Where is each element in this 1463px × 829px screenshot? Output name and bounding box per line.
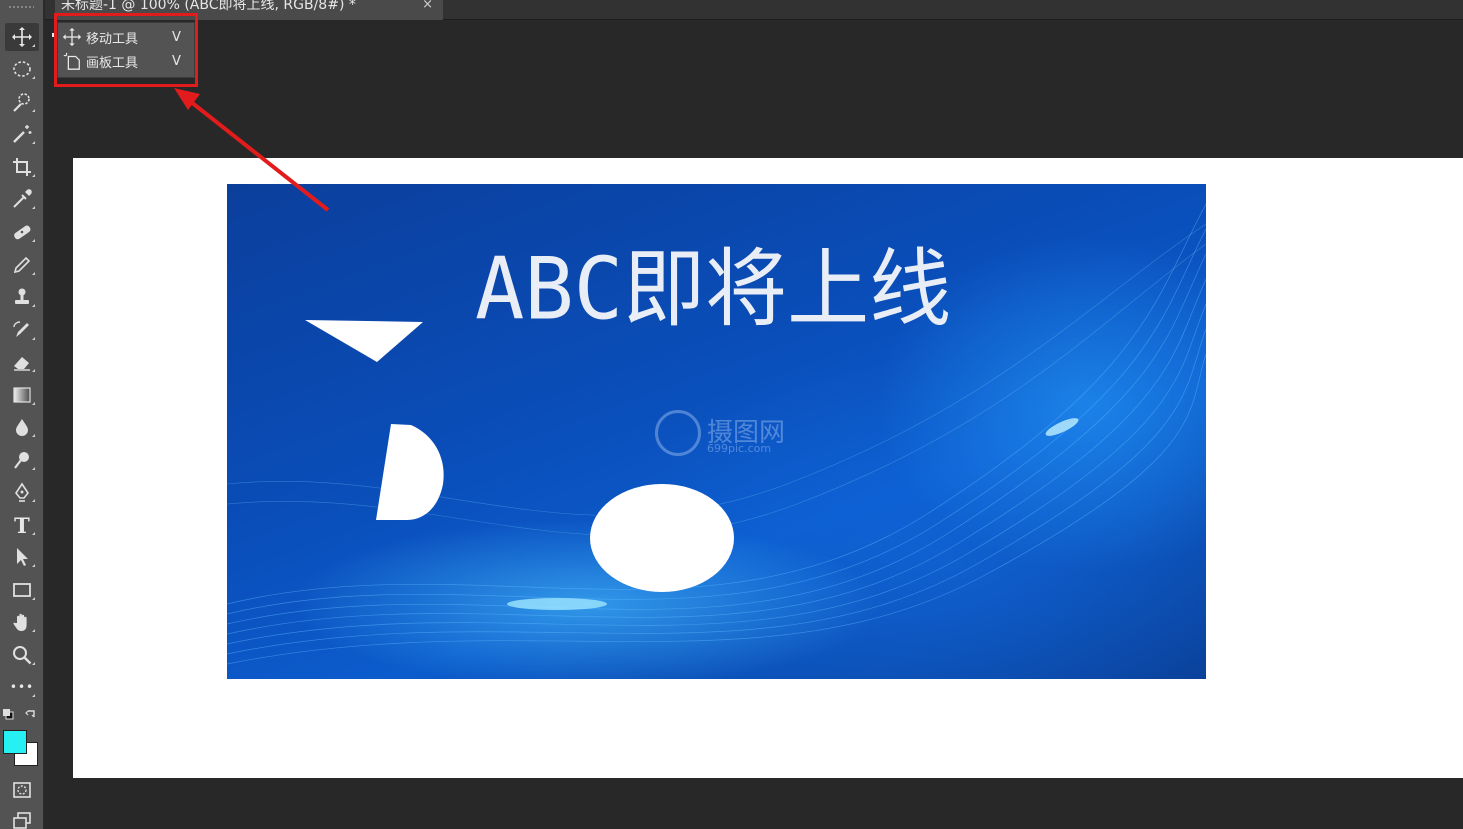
screen-mode-button[interactable] xyxy=(5,807,39,829)
type-tool[interactable]: T xyxy=(5,511,39,539)
brush-icon xyxy=(13,256,31,274)
watermark-subtext: 699pic.com xyxy=(707,442,772,455)
stamp-icon xyxy=(15,288,29,304)
eraser-tool[interactable] xyxy=(5,348,39,376)
bandage-icon xyxy=(14,225,31,240)
screen-mode-icon xyxy=(13,812,31,829)
watermark-logo-icon xyxy=(655,410,701,456)
pen-tool[interactable] xyxy=(5,478,39,506)
zoom-tool[interactable] xyxy=(5,641,39,669)
crop-icon xyxy=(13,158,31,176)
lasso-tool[interactable] xyxy=(5,88,39,116)
blur-tool[interactable] xyxy=(5,413,39,441)
pen-icon xyxy=(15,482,29,502)
white-ellipse-shape[interactable] xyxy=(590,484,734,592)
default-colors-icon[interactable] xyxy=(3,709,14,720)
eyedropper-icon xyxy=(13,189,32,208)
move-icon xyxy=(12,27,32,47)
brush-tool[interactable] xyxy=(5,251,39,279)
marquee-tool[interactable] xyxy=(5,55,39,83)
white-blob-shape[interactable] xyxy=(376,424,444,520)
rectangle-tool[interactable] xyxy=(5,576,39,604)
arrow-cursor-icon xyxy=(17,548,28,566)
hand-icon xyxy=(13,613,27,631)
eraser-icon xyxy=(14,357,30,371)
banner-image-layer[interactable]: ABC即将上线 摄图网 699pic.com xyxy=(227,184,1206,679)
quick-mask-icon xyxy=(13,782,31,798)
watermark: 摄图网 699pic.com xyxy=(655,410,815,458)
eyedropper-tool[interactable] xyxy=(5,185,39,213)
healing-brush-tool[interactable] xyxy=(5,218,39,246)
foreground-color-swatch[interactable] xyxy=(3,730,27,754)
close-tab-icon[interactable]: × xyxy=(422,0,433,16)
ellipse-marquee-icon xyxy=(13,61,31,77)
hand-tool[interactable] xyxy=(5,608,39,636)
drop-icon xyxy=(16,419,28,436)
document-tab-title: 未标题-1 @ 100% (ABC即将上线, RGB/8#) * xyxy=(61,0,356,13)
magic-wand-icon xyxy=(13,125,32,143)
rectangle-icon xyxy=(13,583,31,597)
quick-mask-button[interactable] xyxy=(5,776,39,804)
ellipsis-icon: ••• xyxy=(9,680,35,694)
color-swap-controls xyxy=(0,706,44,728)
document-tab-bar: 未标题-1 @ 100% (ABC即将上线, RGB/8#) * × xyxy=(45,0,1463,20)
banner-title-text[interactable]: ABC即将上线 xyxy=(475,220,1075,344)
crop-tool[interactable] xyxy=(5,153,39,181)
clone-stamp-tool[interactable] xyxy=(5,283,39,311)
white-triangle-shape[interactable] xyxy=(305,320,423,362)
gradient-icon xyxy=(13,387,31,403)
path-selection-tool[interactable] xyxy=(5,543,39,571)
dodge-tool[interactable] xyxy=(5,446,39,474)
magnifier-icon xyxy=(13,646,32,665)
quick-selection-icon xyxy=(13,93,30,112)
history-brush-tool[interactable] xyxy=(5,316,39,344)
panel-grip[interactable] xyxy=(8,5,34,9)
type-icon: T xyxy=(14,512,30,538)
dodge-icon xyxy=(14,452,29,469)
tools-panel: T ••• xyxy=(0,0,44,829)
annotation-highlight-box xyxy=(54,13,198,87)
swap-colors-icon[interactable] xyxy=(25,710,35,718)
more-tools[interactable]: ••• xyxy=(5,673,39,701)
magic-wand-tool[interactable] xyxy=(5,120,39,148)
gradient-tool[interactable] xyxy=(5,381,39,409)
history-brush-icon xyxy=(13,321,29,337)
move-tool[interactable] xyxy=(5,23,39,51)
